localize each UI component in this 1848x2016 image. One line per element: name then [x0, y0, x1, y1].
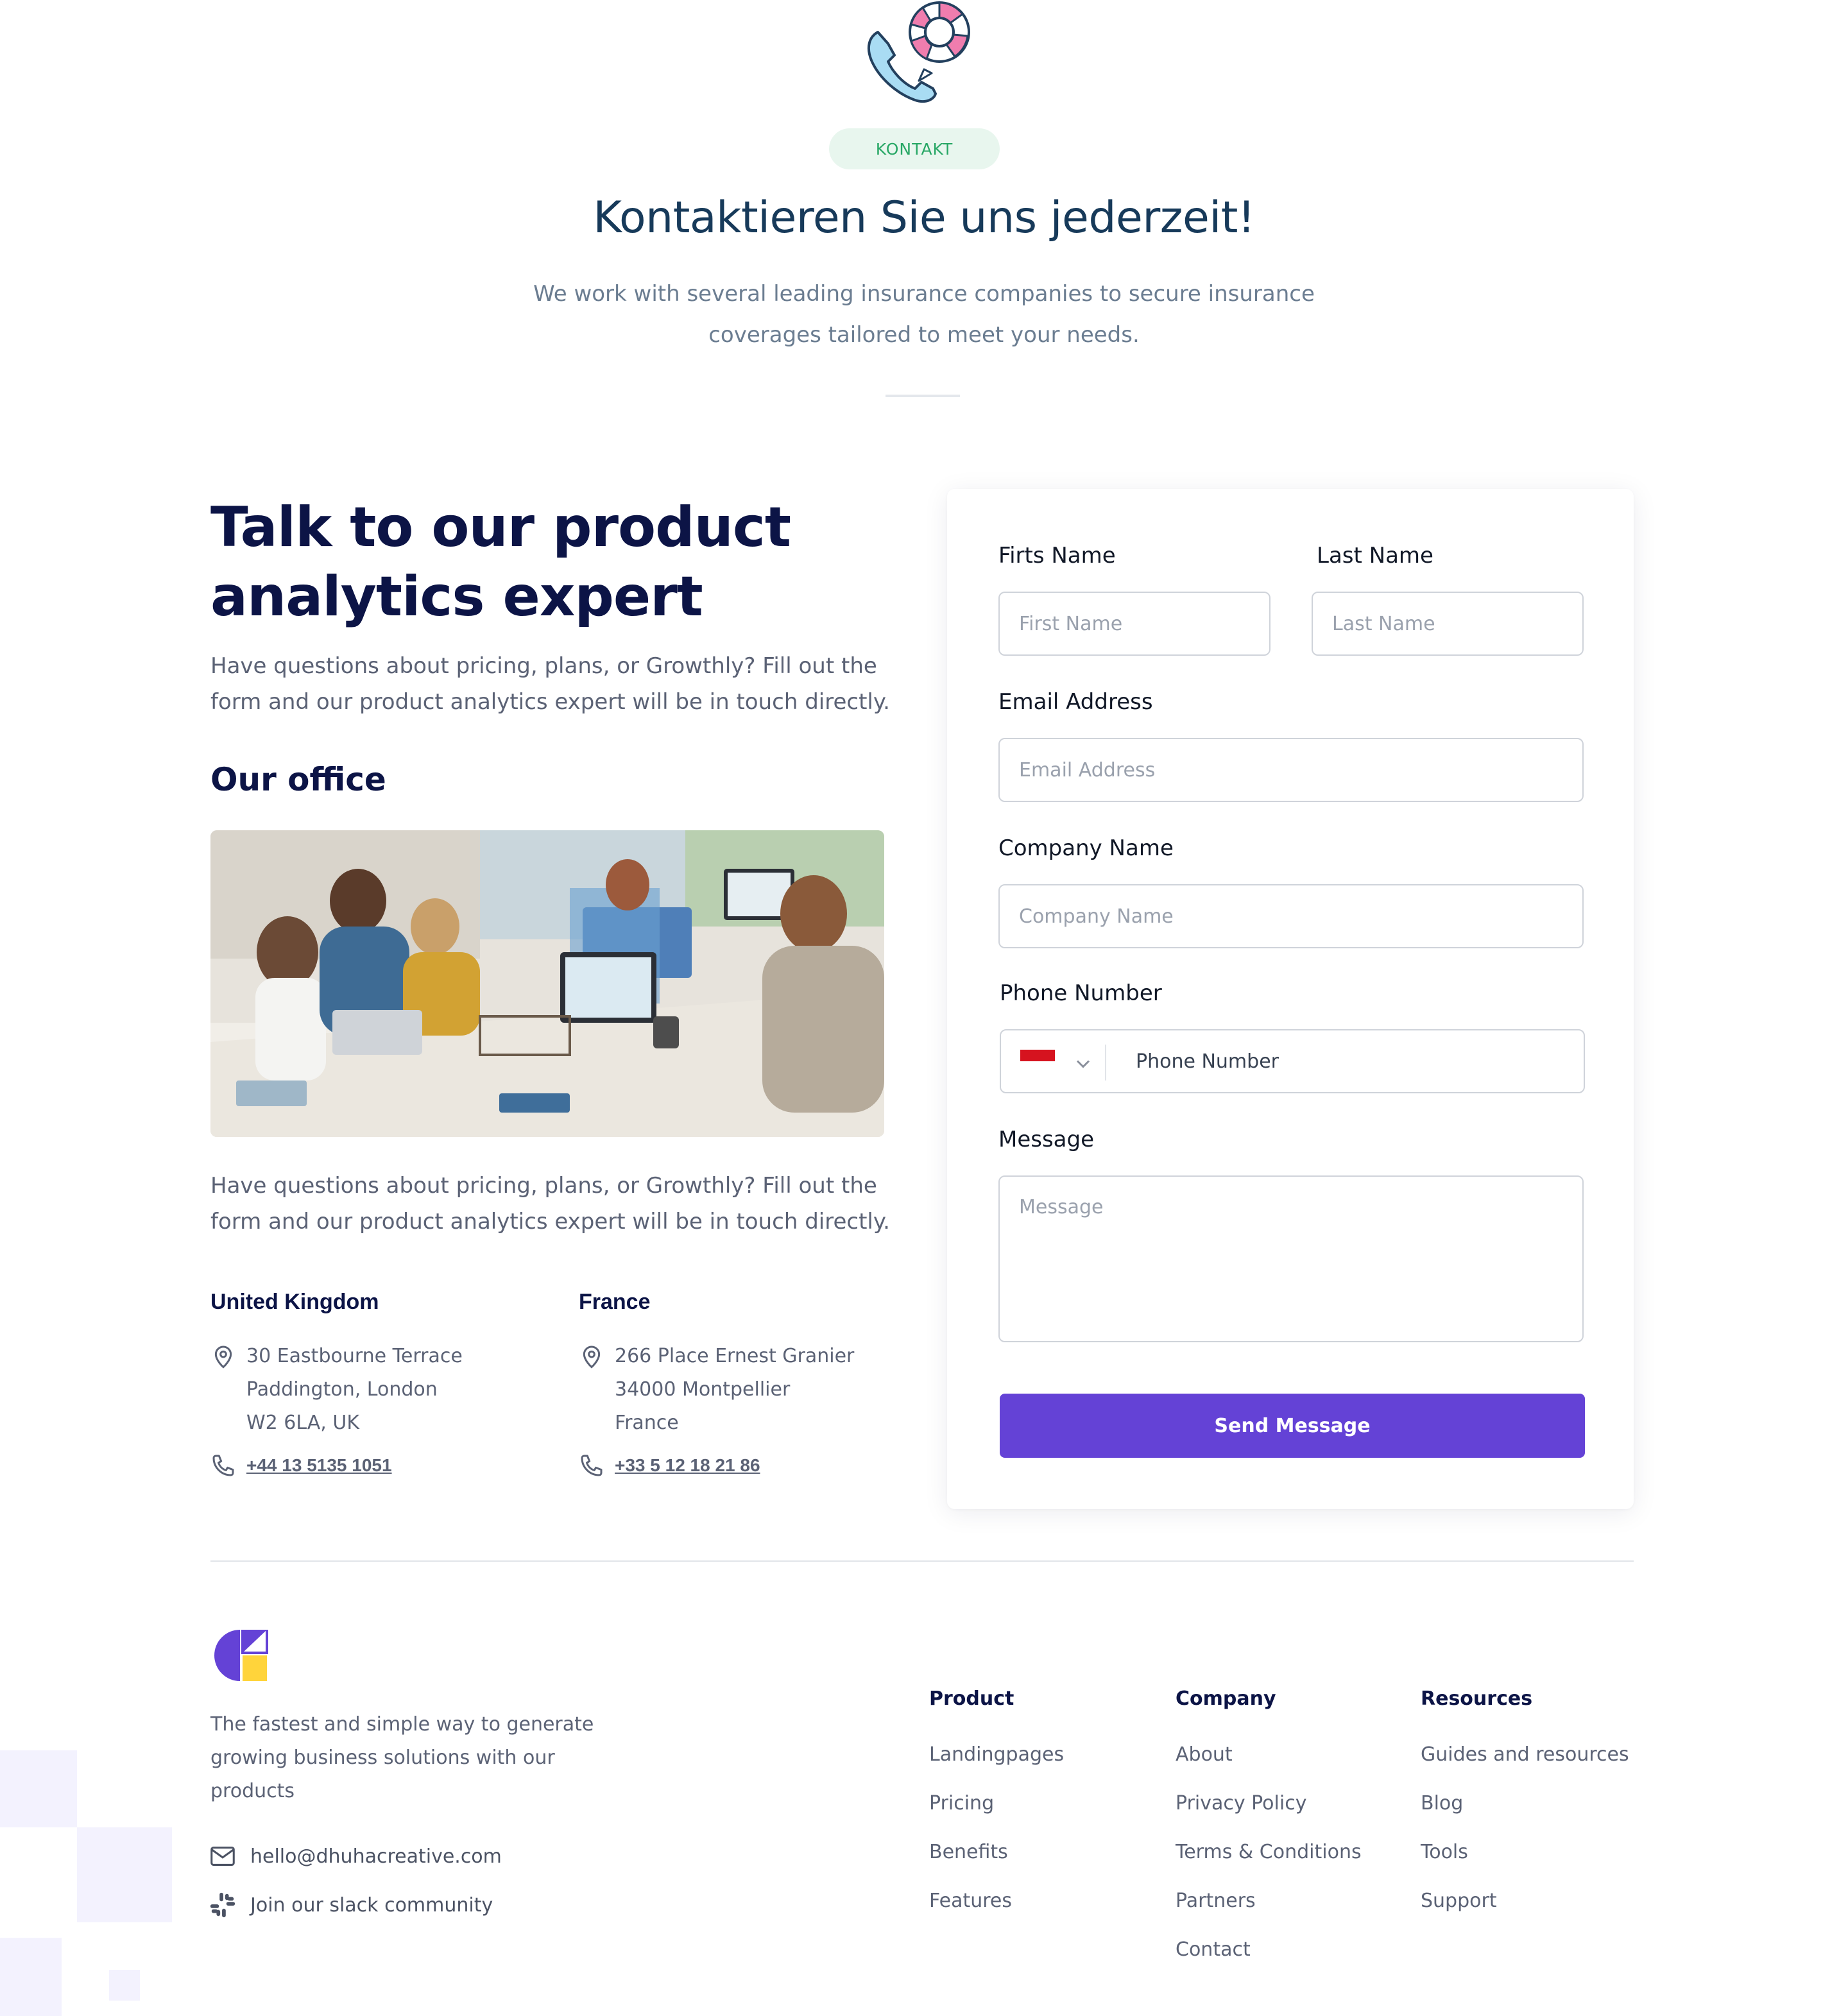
chevron-down-icon — [1076, 1060, 1090, 1068]
footer-link[interactable]: Privacy Policy — [1176, 1779, 1362, 1828]
footer-link[interactable]: Benefits — [929, 1828, 1064, 1877]
footer-slack-text: Join our slack community — [250, 1893, 493, 1917]
send-message-button[interactable]: Send Message — [1000, 1394, 1585, 1458]
support-call-icon — [867, 1, 970, 103]
office-phone: +33 5 12 18 21 86 — [579, 1449, 900, 1482]
address-line: 30 Eastbourne Terrace — [246, 1345, 463, 1367]
footer-link[interactable]: Tools — [1421, 1828, 1629, 1877]
last-name-input[interactable] — [1312, 592, 1584, 656]
message-label: Message — [998, 1127, 1095, 1152]
footer-column-title: Resources — [1421, 1687, 1533, 1710]
footer-tagline: The fastest and simple way to generate g… — [210, 1713, 594, 1802]
footer-link[interactable]: Partners — [1176, 1877, 1362, 1926]
hero-title: Kontaktieren Sie uns jederzeit! — [593, 192, 1255, 243]
slack-icon — [210, 1892, 235, 1918]
decor-square — [109, 1970, 140, 2001]
brand-logo — [214, 1630, 268, 1681]
footer-link[interactable]: About — [1176, 1730, 1362, 1779]
first-name-label: Firts Name — [998, 543, 1116, 568]
footer-link[interactable]: Support — [1421, 1877, 1629, 1926]
mail-icon — [210, 1847, 235, 1866]
phone-input[interactable] — [1119, 1030, 1602, 1092]
footer-column-title: Company — [1176, 1687, 1276, 1710]
decor-square — [77, 1827, 172, 1922]
footer-link[interactable]: Features — [929, 1877, 1064, 1926]
footer-divider — [210, 1560, 1634, 1562]
footer-email-text: hello@dhuhacreative.com — [250, 1845, 502, 1868]
footer-column-resources: Resources Guides and resources Blog Tool… — [1421, 1687, 1629, 1926]
office-phone: +44 13 5135 1051 — [210, 1449, 531, 1482]
phone-field — [1000, 1029, 1602, 1093]
footer-column-product: Product Landingpages Pricing Benefits Fe… — [929, 1687, 1064, 1926]
country-flag — [1020, 1050, 1055, 1073]
section-badge: KONTAKT — [829, 128, 1000, 169]
office-title: Our office — [210, 761, 386, 798]
phone-icon — [212, 1455, 234, 1476]
last-name-label: Last Name — [1317, 543, 1433, 568]
footer-link[interactable]: Terms & Conditions — [1176, 1828, 1362, 1877]
location-pin-icon — [583, 1345, 601, 1369]
footer-slack[interactable]: Join our slack community — [208, 1889, 493, 1921]
office-address: 266 Place Ernest Granier 34000 Montpelli… — [579, 1340, 900, 1440]
address-line: Paddington, London — [246, 1378, 438, 1401]
location-pin-icon — [214, 1345, 232, 1369]
footer-column-company: Company About Privacy Policy Terms & Con… — [1176, 1687, 1362, 1974]
office-country: United Kingdom — [210, 1290, 379, 1314]
footer-link[interactable]: Blog — [1421, 1779, 1629, 1828]
footer-link[interactable]: Contact — [1176, 1926, 1362, 1974]
first-name-input[interactable] — [998, 592, 1270, 656]
hero-subtitle: We work with several leading insurance c… — [533, 281, 1315, 348]
office-address: 30 Eastbourne Terrace Paddington, London… — [210, 1340, 531, 1440]
phone-field-divider — [1105, 1045, 1106, 1081]
office-location-france: France 266 Place Ernest Granier 34000 Mo… — [579, 1290, 900, 1482]
phone-link[interactable]: +44 13 5135 1051 — [246, 1455, 392, 1475]
company-input[interactable] — [998, 884, 1584, 948]
intro-title: Talk to our product analytics expert — [210, 495, 791, 629]
email-input[interactable] — [998, 738, 1584, 802]
phone-label: Phone Number — [1000, 980, 1162, 1006]
footer-column-title: Product — [929, 1687, 1014, 1710]
address-line: 34000 Montpellier — [615, 1378, 791, 1401]
flag-stripe-red — [1020, 1050, 1055, 1061]
footer-link[interactable]: Pricing — [929, 1779, 1064, 1828]
phone-icon — [581, 1455, 603, 1476]
hero-divider — [886, 395, 960, 397]
flag-stripe-white — [1020, 1061, 1055, 1073]
footer-link[interactable]: Landingpages — [929, 1730, 1064, 1779]
footer-email[interactable]: hello@dhuhacreative.com — [208, 1840, 502, 1872]
office-description: Have questions about pricing, plans, or … — [210, 1173, 890, 1234]
address-line: France — [615, 1412, 679, 1434]
message-textarea[interactable] — [998, 1175, 1584, 1342]
office-photo — [210, 830, 884, 1137]
footer-link[interactable]: Guides and resources — [1421, 1730, 1629, 1779]
intro-description: Have questions about pricing, plans, or … — [210, 653, 890, 715]
email-label: Email Address — [998, 689, 1153, 715]
country-code-select[interactable] — [1020, 1050, 1105, 1075]
office-country: France — [579, 1290, 651, 1314]
decor-square — [0, 1750, 77, 1827]
contact-form: Firts Name Last Name Email Address Compa… — [947, 489, 1634, 1509]
office-location-uk: United Kingdom 30 Eastbourne Terrace Pad… — [210, 1290, 531, 1482]
decor-square — [0, 1938, 62, 2016]
address-line: W2 6LA, UK — [246, 1412, 360, 1434]
phone-link[interactable]: +33 5 12 18 21 86 — [615, 1455, 760, 1475]
address-line: 266 Place Ernest Granier — [615, 1345, 855, 1367]
company-label: Company Name — [998, 835, 1174, 861]
